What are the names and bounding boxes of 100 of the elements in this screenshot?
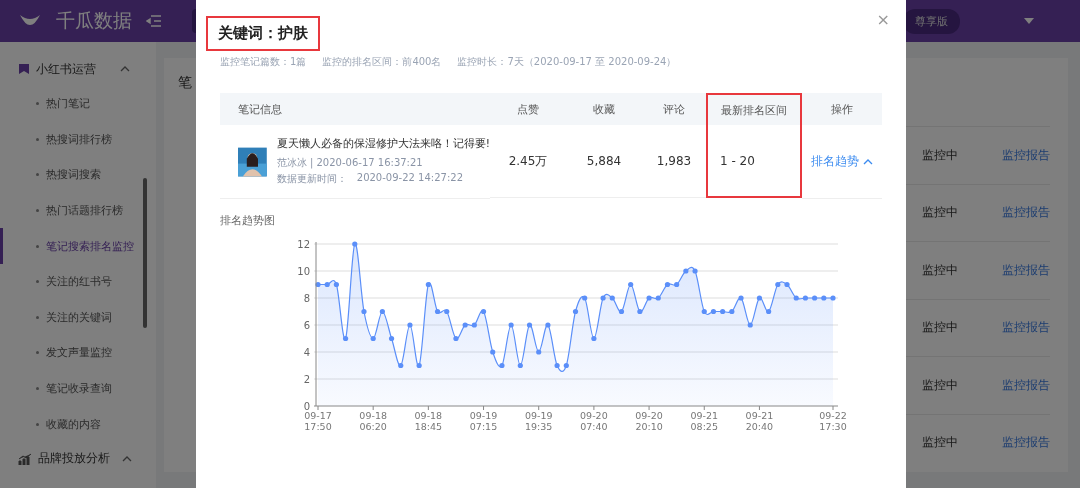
data-point: [756, 295, 763, 301]
chart-icon: [18, 452, 32, 465]
report-link[interactable]: 监控报告: [1002, 434, 1050, 452]
dialog-title: 关键词：护肤: [206, 16, 320, 51]
update-label: 数据更新时间：: [276, 172, 347, 186]
data-point: [802, 295, 808, 301]
data-point: [683, 268, 689, 274]
data-point: [591, 335, 597, 342]
data-point: [434, 308, 441, 315]
data-point: [444, 308, 450, 315]
bookmark-icon: [18, 63, 30, 75]
data-point: [674, 281, 680, 288]
rank-trend-link[interactable]: 排名趋势: [811, 154, 859, 169]
scrollbar[interactable]: [143, 178, 147, 328]
data-point: [692, 268, 698, 274]
x-tick-label: 09-18 18:45: [414, 410, 443, 432]
sidebar-item[interactable]: 收藏的内容: [0, 406, 156, 442]
data-point: [664, 281, 671, 288]
data-point: [526, 322, 533, 328]
y-tick-label: 0: [303, 400, 310, 412]
data-point: [582, 295, 588, 301]
report-link[interactable]: 监控报告: [1002, 261, 1050, 279]
meta-text: 监控的排名区间：前400名: [322, 55, 442, 69]
status-text: 监控中: [922, 204, 958, 222]
data-point: [720, 308, 726, 315]
data-point: [701, 308, 707, 315]
x-tick-label: 09-20 07:40: [580, 410, 608, 432]
sidebar-group[interactable]: 小红书运营: [0, 52, 156, 86]
data-point: [398, 362, 404, 369]
y-tick-label: 2: [303, 373, 310, 385]
report-link[interactable]: 监控报告: [1002, 146, 1050, 164]
data-point: [536, 349, 542, 355]
report-link[interactable]: 监控报告: [1002, 376, 1050, 394]
sidebar-item[interactable]: 关注的关键词: [0, 299, 156, 336]
sidebar-item[interactable]: 热搜词搜索: [0, 157, 156, 193]
x-tick-label: 09-20 20:10: [635, 410, 663, 432]
x-tick-label: 09-19 07:15: [469, 410, 498, 432]
data-point: [655, 295, 661, 301]
column-header: 笔记信息: [220, 93, 490, 125]
data-point: [554, 362, 560, 369]
menu-icon[interactable]: [146, 14, 162, 28]
sidebar-item[interactable]: 发文声量监控: [0, 335, 156, 371]
data-point: [453, 335, 459, 342]
table-cell: 1,983: [642, 125, 706, 198]
column-header: 操作: [802, 93, 882, 125]
x-tick-label: 09-22 17:30: [819, 410, 847, 432]
meta-text: 监控时长：7天（2020-09-17 至 2020-09-24）: [457, 55, 677, 69]
data-point: [618, 308, 625, 315]
close-button[interactable]: ×: [876, 10, 890, 29]
note-author: 范冰冰 | 2020-06-17 16:37:21: [276, 156, 424, 170]
data-point: [324, 281, 330, 288]
x-tick-label: 09-21 20:40: [745, 410, 774, 432]
data-point: [775, 281, 781, 288]
data-point: [480, 308, 487, 315]
status-text: 监控中: [922, 261, 958, 279]
data-point: [784, 281, 790, 288]
data-point: [637, 308, 643, 315]
sidebar-item[interactable]: 热搜词排行榜: [0, 121, 156, 158]
logo-text: 千瓜数据: [56, 8, 132, 33]
y-tick-label: 4: [303, 346, 310, 358]
meta-text: 监控笔记篇数：1篇: [220, 55, 307, 69]
data-point: [729, 308, 735, 315]
table-cell: 2.45万: [490, 125, 566, 198]
report-link[interactable]: 监控报告: [1002, 204, 1050, 222]
page-heading: 笔: [178, 74, 193, 92]
plan-badge: 尊享版: [903, 8, 960, 34]
data-point: [821, 295, 827, 301]
column-header: 收藏: [566, 93, 642, 125]
data-point: [600, 295, 606, 301]
table-cell: 5,884: [566, 125, 642, 198]
y-tick-label: 8: [303, 292, 310, 304]
status-text: 监控中: [922, 319, 958, 337]
data-point: [490, 349, 496, 355]
data-point: [462, 322, 468, 328]
sidebar-item[interactable]: 笔记收录查询: [0, 370, 156, 407]
status-text: 监控中: [922, 434, 958, 452]
sidebar-item[interactable]: 热门笔记: [0, 86, 156, 122]
x-tick-label: 09-21 08:25: [690, 410, 719, 432]
sidebar-item[interactable]: 关注的红书号: [0, 263, 156, 300]
data-point: [545, 322, 551, 328]
data-point: [646, 295, 652, 301]
status-text: 监控中: [922, 376, 958, 394]
data-point: [628, 281, 634, 288]
column-header: 点赞: [490, 93, 566, 125]
y-tick-label: 6: [303, 319, 310, 331]
data-point: [425, 281, 431, 288]
chevron-icon[interactable]: [863, 157, 873, 166]
sidebar-item[interactable]: 热门话题排行榜: [0, 192, 156, 229]
column-header: 最新排名区间: [706, 93, 802, 125]
data-point: [388, 335, 395, 342]
data-point: [343, 335, 349, 342]
sidebar-group[interactable]: 品牌投放分析: [0, 441, 156, 476]
table-cell: 1 - 20: [706, 125, 802, 198]
data-point: [738, 295, 744, 301]
data-point: [499, 362, 505, 369]
report-link[interactable]: 监控报告: [1002, 319, 1050, 337]
caret-icon[interactable]: [1024, 18, 1034, 24]
data-point: [361, 308, 367, 315]
note-title[interactable]: 夏天懒人必备的保湿修护大法来咯！记得要!: [276, 137, 490, 151]
data-point: [352, 241, 358, 247]
